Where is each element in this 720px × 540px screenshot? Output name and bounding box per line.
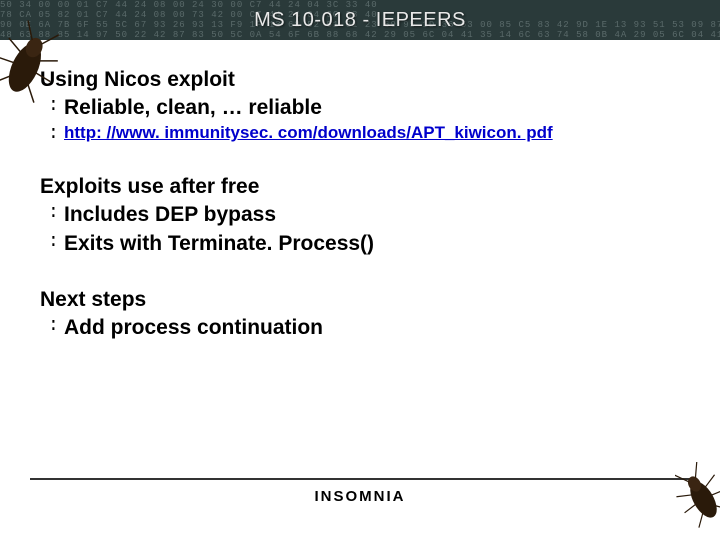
slide-header: 50 34 00 00 01 C7 44 24 08 00 24 30 00 C…: [0, 0, 720, 40]
bullet-item: Reliable, clean, … reliable: [40, 94, 680, 122]
cockroach-icon: [0, 18, 62, 108]
section-heading: Exploits use after free: [40, 175, 680, 199]
reference-link[interactable]: http: //www. immunitysec. com/downloads/…: [64, 123, 553, 142]
cockroach-icon: [675, 462, 720, 532]
slide-content: Using Nicos exploitReliable, clean, … re…: [0, 40, 720, 342]
slide-title: MS 10-018 - IEPEERS: [254, 9, 466, 32]
section-heading: Using Nicos exploit: [40, 68, 680, 92]
section: Using Nicos exploitReliable, clean, … re…: [40, 68, 680, 145]
section: Next stepsAdd process continuation: [40, 288, 680, 342]
bullet-item: Add process continuation: [40, 314, 680, 342]
section: Exploits use after freeIncludes DEP bypa…: [40, 175, 680, 258]
footer-divider: [30, 478, 690, 480]
bullet-link: http: //www. immunitysec. com/downloads/…: [40, 122, 680, 145]
bullet-item: Includes DEP bypass: [40, 201, 680, 229]
footer-brand: INSOMNIA: [0, 488, 720, 505]
slide-footer: INSOMNIA: [0, 478, 720, 505]
section-heading: Next steps: [40, 288, 680, 312]
bullet-item: Exits with Terminate. Process(): [40, 230, 680, 258]
